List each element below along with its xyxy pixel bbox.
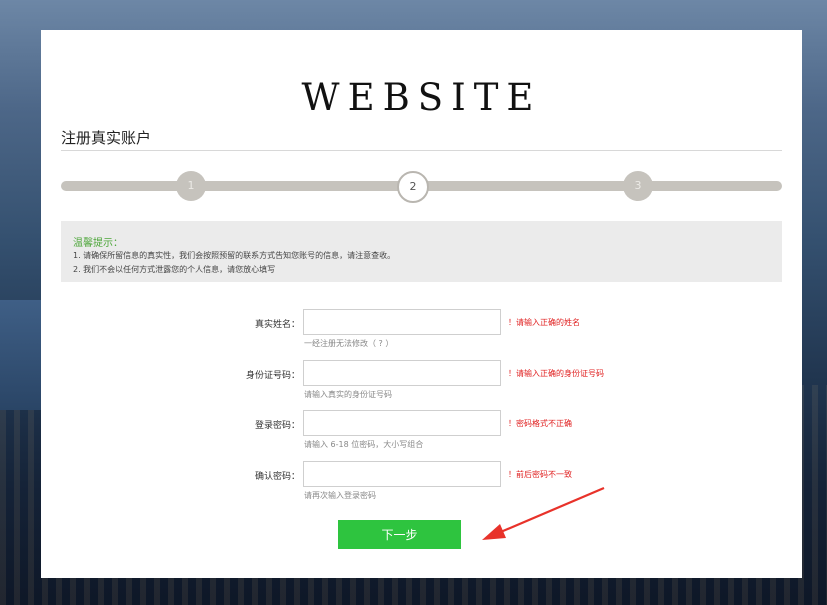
confirm-password-error: ！前后密码不一致 [508, 470, 572, 479]
password-input[interactable] [303, 410, 501, 436]
real-name-error: ！请输入正确的姓名 [508, 318, 580, 327]
form-row-confirm-password: 确认密码： 请再次输入登录密码 ！前后密码不一致 [41, 461, 802, 501]
form-row-id-number: 身份证号码： 请输入真实的身份证号码 ！请输入正确的身份证号码 [41, 360, 802, 400]
id-number-hint: 请输入真实的身份证号码 [304, 390, 392, 399]
notice-box: 温馨提示： 1. 请确保所留信息的真实性，我们会按照预留的联系方式告知您账号的信… [61, 221, 782, 282]
id-number-input[interactable] [303, 360, 501, 386]
next-step-button[interactable]: 下一步 [338, 520, 461, 549]
background-water [0, 300, 42, 410]
progress-stepper: 1 2 3 [61, 170, 782, 210]
registration-card: WEBSITE 注册真实账户 1 2 3 温馨提示： 1. 请确保所留信息的真实… [41, 30, 802, 578]
form-row-real-name: 真实姓名： 一经注册无法修改（ ? ） ！请输入正确的姓名 [41, 309, 802, 349]
page-title: 注册真实账户 [61, 129, 152, 147]
confirm-password-label: 确认密码： [254, 472, 300, 482]
id-number-label: 身份证号码： [245, 371, 300, 381]
red-arrow-icon [482, 486, 605, 540]
real-name-hint: 一经注册无法修改（ ? ） [304, 339, 394, 348]
step-1: 1 [176, 171, 206, 201]
step-3: 3 [623, 171, 653, 201]
real-name-input[interactable] [303, 309, 501, 335]
notice-title: 温馨提示： [73, 238, 123, 249]
id-number-error: ！请输入正确的身份证号码 [508, 369, 604, 378]
password-error: ！密码格式不正确 [508, 419, 572, 428]
step-2-current: 2 [397, 171, 429, 203]
site-logo: WEBSITE [301, 76, 542, 119]
form-row-password: 登录密码： 请输入 6-18 位密码，大小写组合 ！密码格式不正确 [41, 410, 802, 450]
confirm-password-hint: 请再次输入登录密码 [304, 491, 376, 500]
password-hint: 请输入 6-18 位密码，大小写组合 [304, 440, 424, 449]
real-name-label: 真实姓名： [254, 320, 300, 330]
password-label: 登录密码： [254, 421, 300, 431]
notice-line: 2. 我们不会以任何方式泄露您的个人信息，请您放心填写 [73, 265, 276, 274]
title-divider [61, 150, 782, 151]
notice-line: 1. 请确保所留信息的真实性，我们会按照预留的联系方式告知您账号的信息，请注意查… [73, 251, 396, 260]
